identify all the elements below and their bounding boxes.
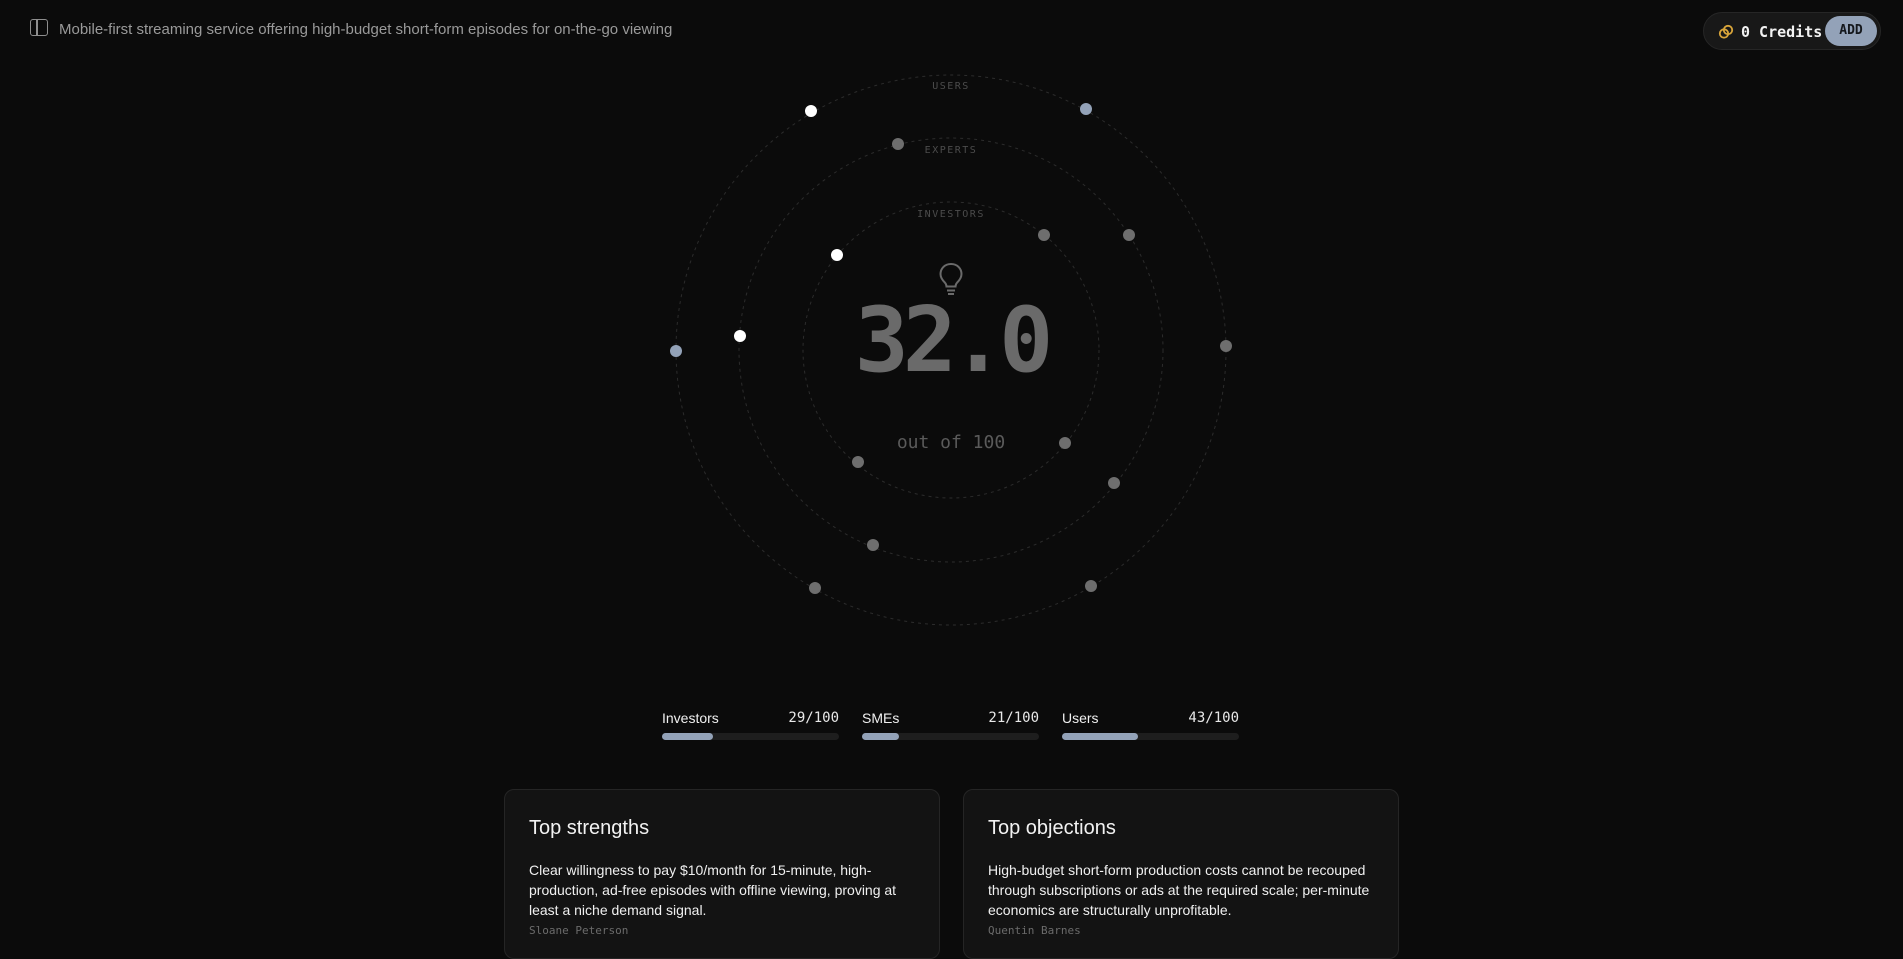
card-title: Top objections xyxy=(988,817,1116,839)
card-title: Top strengths xyxy=(529,817,650,839)
top-strengths-card: Top strengths Clear willingness to pay $… xyxy=(504,789,940,959)
expert-dot xyxy=(734,330,746,342)
bar-label: SMEs xyxy=(862,710,900,726)
score-breakdown: Investors 29/100 SMEs 21/100 Users 43/10… xyxy=(662,710,1240,742)
top-objections-card: Top objections High-budget short-form pr… xyxy=(963,789,1399,959)
bar-fill xyxy=(1062,733,1139,740)
bar-track xyxy=(862,733,1039,740)
user-dot xyxy=(1080,103,1092,115)
expert-dot xyxy=(867,539,879,551)
card-text: Clear willingness to pay $10/month for 1… xyxy=(529,862,897,918)
bar-label: Users xyxy=(1062,710,1099,726)
bar-track xyxy=(1062,733,1239,740)
expert-dot xyxy=(1123,229,1135,241)
investor-dot xyxy=(1038,229,1050,241)
experts-ring-label: EXPERTS xyxy=(924,145,978,156)
score-value: 32.0 xyxy=(854,288,1054,393)
bar-fill xyxy=(662,733,714,740)
expert-dot xyxy=(1108,477,1120,489)
investor-dot xyxy=(852,456,864,468)
card-author: Sloane Peterson xyxy=(529,924,629,937)
user-dot xyxy=(809,582,821,594)
investor-dot xyxy=(831,249,843,261)
user-dot xyxy=(670,345,682,357)
user-dot xyxy=(1220,340,1232,352)
card-author: Quentin Barnes xyxy=(988,924,1081,937)
investors-ring-label: INVESTORS xyxy=(917,209,985,220)
bar-fill xyxy=(862,733,900,740)
bar-value: 21/100 xyxy=(988,710,1039,726)
user-dot xyxy=(1085,580,1097,592)
users-ring-label: USERS xyxy=(932,81,970,92)
orbit-diagram xyxy=(670,74,1232,626)
bar-track xyxy=(662,733,839,740)
bar-label: Investors xyxy=(662,710,719,726)
user-dot xyxy=(805,105,817,117)
bar-value: 29/100 xyxy=(788,710,839,726)
score-out-of: out of 100 xyxy=(896,432,1006,453)
bar-value: 43/100 xyxy=(1188,710,1239,726)
card-text: High-budget short-form production costs … xyxy=(988,862,1370,918)
